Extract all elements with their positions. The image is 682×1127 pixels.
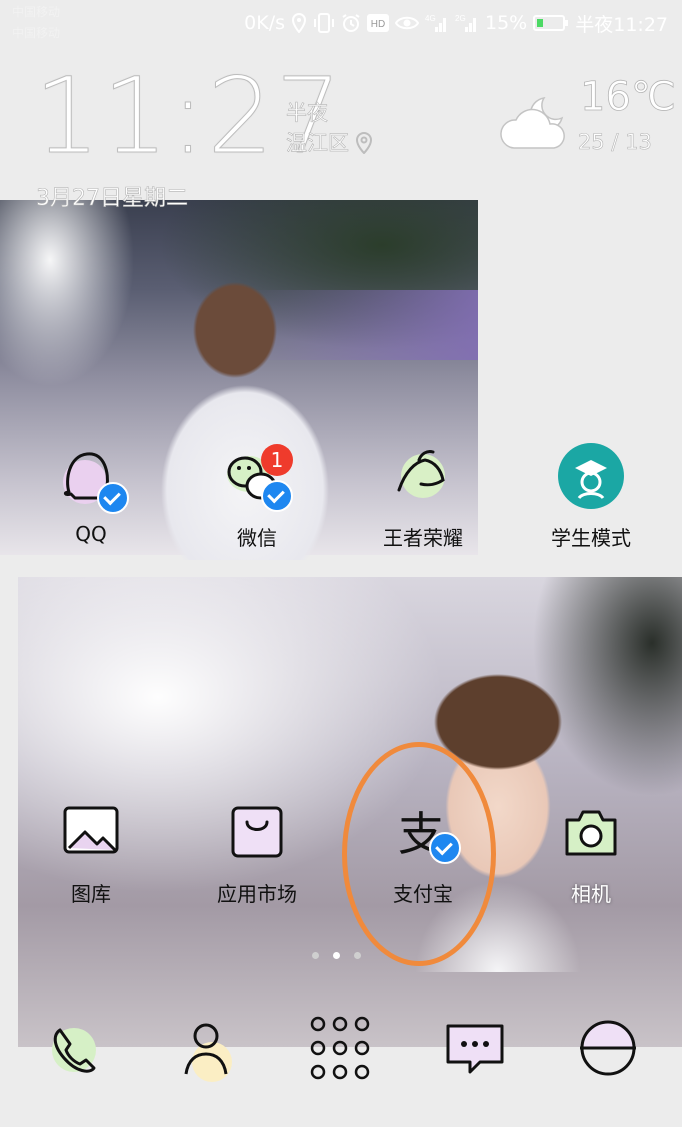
eye-icon xyxy=(395,16,419,30)
app-label: 图库 xyxy=(71,882,111,906)
app-game[interactable]: 王者荣耀 xyxy=(348,440,498,551)
battery-icon xyxy=(533,15,569,31)
app-label: 王者荣耀 xyxy=(383,526,463,550)
page-dot[interactable] xyxy=(312,952,319,959)
verified-badge-icon xyxy=(261,480,293,512)
status-time: 半夜11:27 xyxy=(575,13,668,36)
vibrate-icon xyxy=(314,13,334,33)
camera-icon xyxy=(555,796,627,868)
dock-messages[interactable] xyxy=(440,1012,512,1084)
temperature-range: 25 / 13 xyxy=(578,130,652,155)
app-wechat[interactable]: 1 微信 xyxy=(182,440,332,551)
clock-period: 半夜 xyxy=(286,101,329,126)
highlight-circle xyxy=(342,742,496,966)
page-dot-active[interactable] xyxy=(333,952,340,959)
app-label: QQ xyxy=(75,522,107,546)
phone-icon xyxy=(52,1028,96,1073)
app-label: 学生模式 xyxy=(551,526,631,550)
dock-phone[interactable] xyxy=(40,1012,112,1084)
app-camera[interactable]: 相机 xyxy=(516,796,666,907)
carrier-label-1: 中国移动 xyxy=(12,5,61,19)
dock-contacts[interactable] xyxy=(172,1012,244,1084)
app-gallery[interactable]: 图库 xyxy=(16,796,166,907)
location-pin-icon xyxy=(355,132,373,154)
game-icon xyxy=(387,440,459,512)
location-icon xyxy=(291,13,307,33)
dock-app-drawer[interactable] xyxy=(304,1012,376,1084)
app-market-icon xyxy=(221,796,293,868)
verified-badge-icon xyxy=(97,482,129,514)
temperature: 16℃ xyxy=(580,74,677,121)
signal-4g-icon: 4G xyxy=(425,14,446,32)
hd-icon: HD xyxy=(367,14,389,32)
svg-text:HD: HD xyxy=(371,19,385,30)
date-label: 3月27日星期二 xyxy=(36,186,189,212)
status-bar: 中国移动 中国移动 0K/s HD 4G 2G 15% 半夜11:27 xyxy=(0,0,682,46)
gallery-icon xyxy=(55,796,127,868)
contacts-icon xyxy=(184,1023,232,1082)
page-dot[interactable] xyxy=(354,952,361,959)
signal-2g-icon: 2G xyxy=(455,14,476,32)
svg-text:4G: 4G xyxy=(425,14,436,23)
svg-text:2G: 2G xyxy=(455,14,466,23)
notification-badge: 1 xyxy=(261,444,293,476)
wechat-icon: 1 xyxy=(221,440,293,512)
carrier-label-2: 中国移动 xyxy=(12,26,61,40)
alarm-icon xyxy=(342,14,360,32)
net-speed: 0K/s xyxy=(244,12,285,34)
weather-cloud-icon[interactable] xyxy=(496,86,576,156)
status-icons: 0K/s HD 4G 2G 15% 半夜11:27 xyxy=(244,8,668,38)
location-label: 温江区 xyxy=(286,131,350,156)
student-mode-icon xyxy=(555,440,627,512)
app-market[interactable]: 应用市场 xyxy=(182,796,332,907)
app-qq[interactable]: QQ xyxy=(16,440,166,546)
clock-meta: 半夜 温江区 xyxy=(286,98,373,158)
app-label: 应用市场 xyxy=(217,882,297,906)
browser-icon xyxy=(580,1020,636,1076)
dock-browser[interactable] xyxy=(572,1012,644,1084)
qq-icon xyxy=(55,440,129,514)
page-indicator[interactable] xyxy=(312,952,361,959)
app-student-mode[interactable]: 学生模式 xyxy=(516,440,666,551)
app-label: 相机 xyxy=(571,882,611,906)
location-row[interactable]: 温江区 xyxy=(286,128,373,158)
app-label: 微信 xyxy=(237,526,277,550)
app-drawer-icon xyxy=(310,1016,370,1080)
messages-icon xyxy=(446,1024,504,1074)
battery-percent: 15% xyxy=(485,12,528,34)
